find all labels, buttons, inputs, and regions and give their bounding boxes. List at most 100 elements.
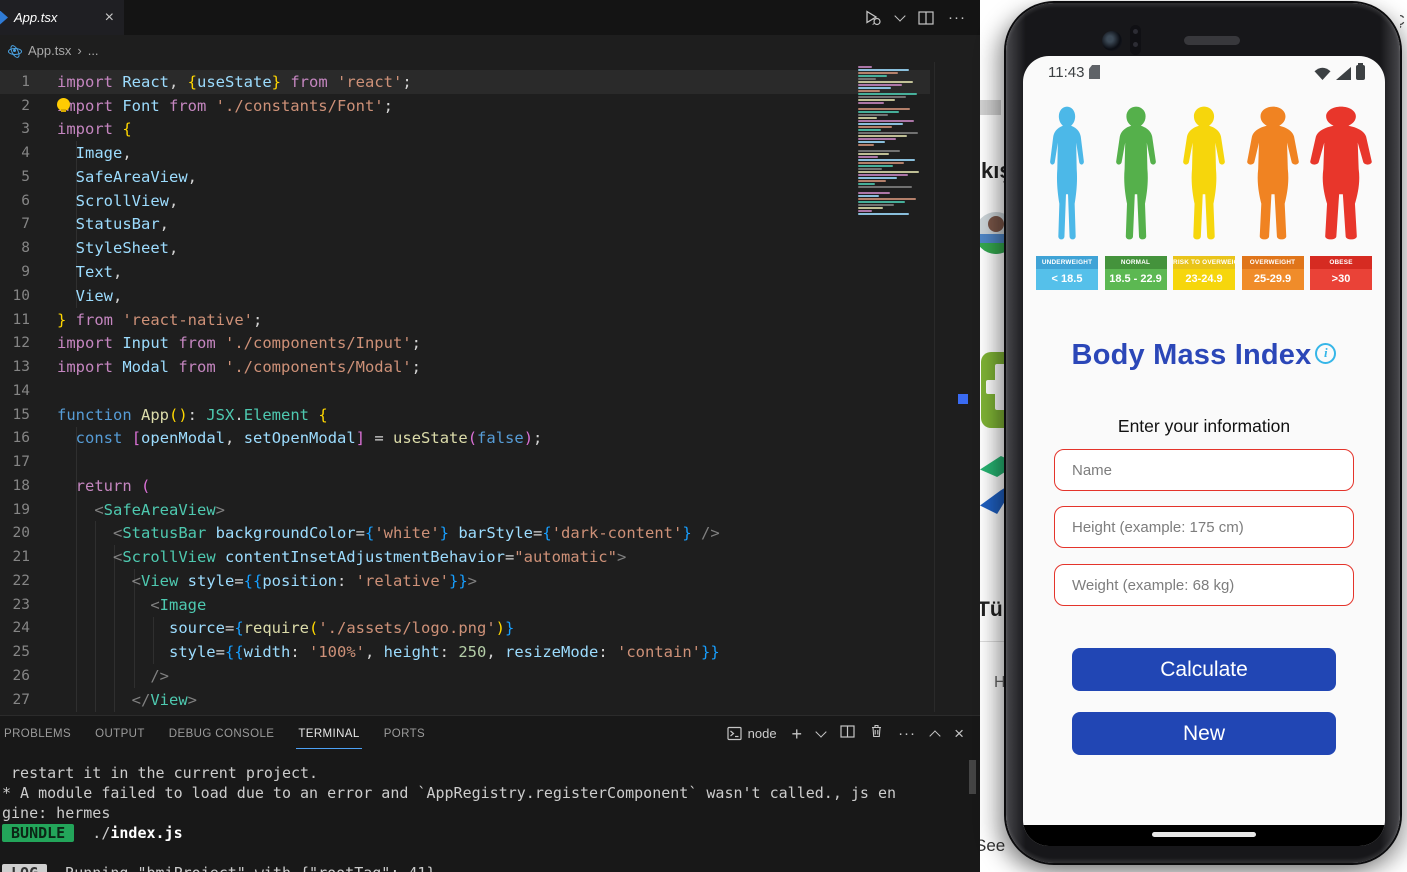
bmi-category-range: 23-24.9 <box>1173 269 1235 290</box>
terminal-scrollbar[interactable] <box>969 760 976 794</box>
weight-input[interactable] <box>1054 564 1354 606</box>
name-input[interactable] <box>1054 449 1354 491</box>
code-line[interactable]: 8 StyleSheet, <box>0 236 930 260</box>
chevron-logo <box>980 452 1007 518</box>
height-input[interactable] <box>1054 506 1354 548</box>
camera-sensor-icon <box>1130 25 1141 55</box>
info-icon[interactable]: i <box>1315 343 1337 364</box>
code-line[interactable]: 20 <StatusBar backgroundColor={'white'} … <box>0 522 930 546</box>
code-line[interactable]: 23 <Image <box>0 593 930 617</box>
terminal-line[interactable]: restart it in the current project. <box>2 763 970 783</box>
code-line[interactable]: 26 /> <box>0 664 930 688</box>
code-text: ScrollView, <box>57 191 179 210</box>
minimap[interactable] <box>858 66 930 216</box>
line-number: 4 <box>21 145 30 162</box>
code-line[interactable]: 2 import Font from './constants/Font'; <box>0 94 930 118</box>
terminal-line[interactable]: BUNDLE ./index.js <box>2 823 970 843</box>
new-terminal-icon[interactable]: + <box>792 725 803 743</box>
line-number: 12 <box>12 335 30 352</box>
code-text: StatusBar, <box>57 215 169 234</box>
minimap-line <box>858 168 882 170</box>
new-button[interactable]: New <box>1072 712 1336 755</box>
code-line[interactable]: 6 ScrollView, <box>0 189 930 213</box>
tab-app-tsx[interactable]: App.tsx × <box>0 0 124 35</box>
minimap-line <box>858 153 889 155</box>
minimap-line <box>858 66 872 68</box>
avatar <box>980 212 1007 254</box>
code-line[interactable]: 16 const [openModal, setOpenModal] = use… <box>0 426 930 450</box>
close-panel-icon[interactable]: × <box>954 724 964 744</box>
code-line[interactable]: 24 source={require('./assets/logo.png')} <box>0 617 930 641</box>
panel-tab-output[interactable]: OUTPUT <box>93 719 147 748</box>
home-indicator[interactable] <box>1152 832 1256 837</box>
lightbulb-icon[interactable] <box>57 98 70 112</box>
code-line[interactable]: 1 import React, {useState} from 'react'; <box>0 70 930 94</box>
bmi-category-label: OBESE <box>1310 256 1372 269</box>
line-number: 24 <box>12 620 30 637</box>
code-line[interactable]: 4 Image, <box>0 141 930 165</box>
shell-label: node <box>747 726 777 741</box>
code-line[interactable]: 12 import Input from './components/Input'… <box>0 331 930 355</box>
code-line[interactable]: 14 <box>0 379 930 403</box>
code-line[interactable]: 15 function App(): JSX.Element { <box>0 403 930 427</box>
shell-selector[interactable]: node <box>727 726 777 741</box>
minimap-line <box>858 192 890 194</box>
tab-close-icon[interactable]: × <box>103 9 116 26</box>
code-text: <View style={{position: 'relative'}}> <box>57 571 478 590</box>
calculate-button[interactable]: Calculate <box>1072 648 1336 691</box>
minimap-line <box>858 96 906 98</box>
code-line[interactable]: 13 import Modal from './components/Modal'… <box>0 355 930 379</box>
background-page-strip: kış Tün Ha See <box>980 0 1007 872</box>
terminal-line[interactable] <box>2 843 970 863</box>
code-line[interactable]: 22 <View style={{position: 'relative'}}> <box>0 569 930 593</box>
panel-tab-problems[interactable]: PROBLEMS <box>2 719 73 748</box>
code-line[interactable]: 25 style={{width: '100%', height: 250, r… <box>0 640 930 664</box>
line-number: 6 <box>21 192 30 209</box>
bmi-figure <box>1310 106 1372 240</box>
split-terminal-icon[interactable] <box>840 724 855 743</box>
panel-tab-ports[interactable]: PORTS <box>382 719 427 748</box>
code-line[interactable]: 9 Text, <box>0 260 930 284</box>
split-editor-icon[interactable] <box>918 10 934 25</box>
code-text: import Font from './constants/Font'; <box>57 96 393 115</box>
terminal-output[interactable]: restart it in the current project. * A mo… <box>2 763 970 872</box>
code-line[interactable]: 11} from 'react-native'; <box>0 308 930 332</box>
sd-card-icon <box>1089 65 1100 79</box>
panel-tab-terminal[interactable]: TERMINAL <box>296 719 362 749</box>
breadcrumb[interactable]: App.tsx › ... <box>0 35 980 65</box>
minimap-line <box>858 201 905 203</box>
run-debug-icon[interactable] <box>862 9 882 26</box>
line-number: 16 <box>12 430 30 447</box>
code-line[interactable]: 7 StatusBar, <box>0 213 930 237</box>
chevron-down-icon[interactable] <box>894 10 906 22</box>
speaker <box>1184 36 1240 45</box>
terminal-line[interactable]: * A module failed to load due to an erro… <box>2 783 970 803</box>
breadcrumb-ellipsis[interactable]: ... <box>88 43 99 58</box>
line-number: 14 <box>12 382 30 399</box>
code-line[interactable]: 27 </View> <box>0 688 930 712</box>
code-line[interactable]: 3 import { <box>0 118 930 142</box>
code-line[interactable]: 5 SafeAreaView, <box>0 165 930 189</box>
code-line[interactable]: 10 View, <box>0 284 930 308</box>
code-line[interactable]: 17 <box>0 450 930 474</box>
code-line[interactable]: 19 <SafeAreaView> <box>0 498 930 522</box>
maximize-panel-icon[interactable] <box>929 729 941 742</box>
minimap-line <box>858 159 915 161</box>
code-editor[interactable]: 1 import React, {useState} from 'react'; 2… <box>0 70 930 712</box>
more-actions-icon[interactable]: ··· <box>948 9 966 26</box>
panel-tab-debug-console[interactable]: DEBUG CONSOLE <box>167 719 277 748</box>
terminal-dropdown-icon[interactable] <box>815 726 827 738</box>
code-text: Image, <box>57 144 132 163</box>
kill-terminal-icon[interactable] <box>870 724 883 743</box>
terminal-line[interactable]: gine: hermes <box>2 803 970 823</box>
terminal-line[interactable]: LOG Running "bmiProject" with {"rootTag"… <box>2 863 970 872</box>
wifi-icon <box>1314 67 1331 80</box>
minimap-line <box>858 171 919 173</box>
minimap-line <box>858 156 878 158</box>
terminal-shell-icon <box>727 726 742 741</box>
minimap-line <box>858 174 908 176</box>
breadcrumb-file[interactable]: App.tsx <box>28 43 71 58</box>
panel-more-icon[interactable]: ··· <box>898 725 916 742</box>
code-line[interactable]: 18 return ( <box>0 474 930 498</box>
code-line[interactable]: 21 <ScrollView contentInsetAdjustmentBeh… <box>0 545 930 569</box>
